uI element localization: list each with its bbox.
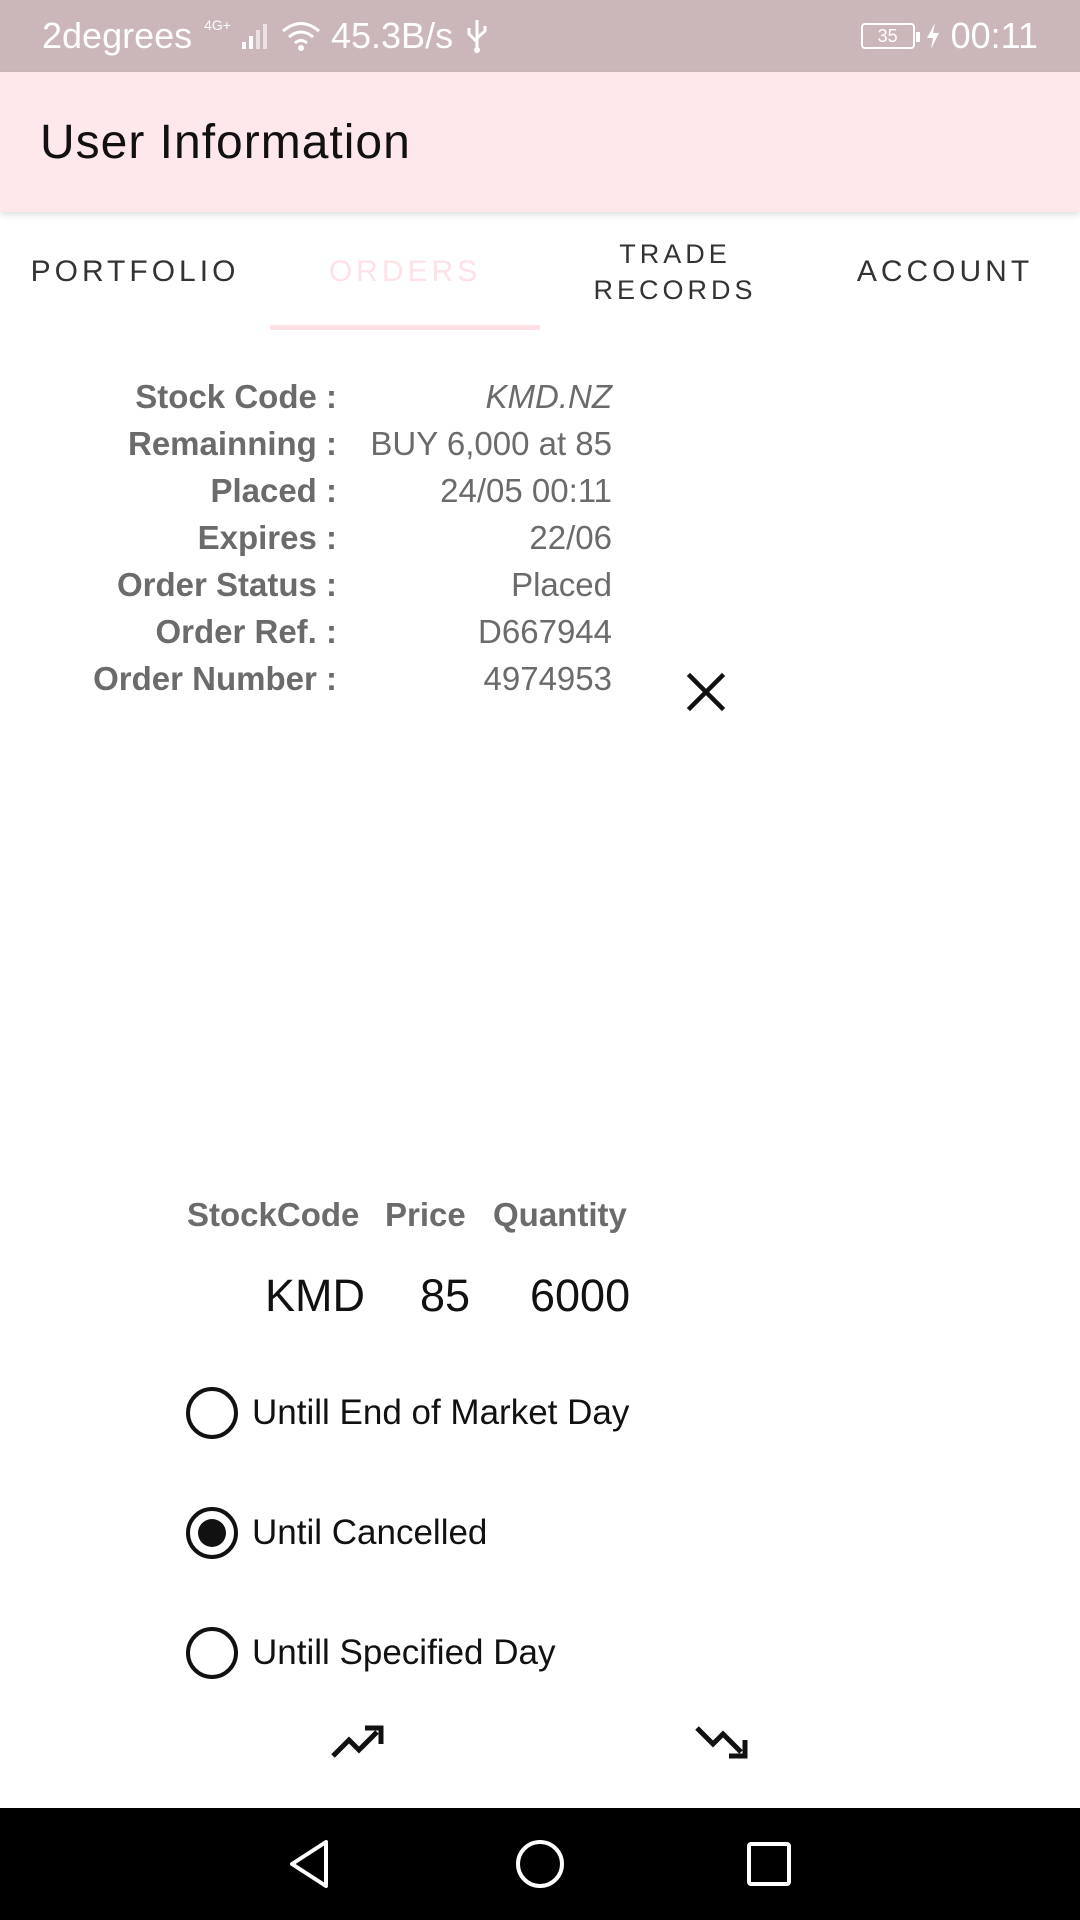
tab-trade-records[interactable]: TRADE RECORDS — [540, 214, 810, 330]
tab-portfolio[interactable]: PORTFOLIO — [0, 214, 270, 330]
tab-orders[interactable]: ORDERS — [270, 214, 540, 330]
order-number-value: 4974953 — [483, 660, 612, 697]
radio-button[interactable] — [186, 1387, 238, 1439]
trending-down-icon[interactable] — [693, 1720, 749, 1764]
recents-icon — [747, 1842, 791, 1886]
expires-label: Expires : — [197, 519, 337, 556]
close-icon — [686, 672, 726, 712]
placed-label: Placed : — [210, 472, 337, 509]
usb-icon — [467, 20, 487, 53]
order-status-label: Order Status : — [116, 566, 337, 603]
clock: 00:11 — [950, 15, 1038, 56]
price-header: Price — [385, 1196, 466, 1233]
stock-code-label: Stock Code : — [135, 378, 337, 415]
wifi-icon — [282, 22, 320, 51]
home-icon — [516, 1840, 564, 1888]
navigation-bar — [0, 1808, 1080, 1920]
order-ref-label: Order Ref. : — [155, 613, 337, 650]
radio-until-cancelled[interactable]: Until Cancelled — [186, 1503, 487, 1563]
detail-row-order-ref: Order Ref. : D667944 — [0, 613, 1080, 660]
radio-end-of-market-day[interactable]: Untill End of Market Day — [186, 1383, 629, 1443]
order-number-label: Order Number : — [93, 660, 337, 697]
signal-icon — [241, 24, 267, 49]
trending-up-icon[interactable] — [329, 1720, 385, 1764]
radio-label: Untill End of Market Day — [252, 1393, 630, 1432]
stock-code-input[interactable]: KMD — [265, 1270, 365, 1322]
remaining-label: Remainning : — [127, 425, 337, 462]
detail-row-stock-code: Stock Code : KMD.NZ — [0, 378, 1080, 425]
stock-code-value: KMD.NZ — [485, 378, 613, 415]
radio-label: Untill Specified Day — [252, 1633, 556, 1672]
stock-code-header: StockCode — [187, 1196, 360, 1233]
home-button[interactable] — [484, 1808, 596, 1920]
expires-value: 22/06 — [529, 519, 612, 556]
charging-icon — [926, 23, 939, 49]
placed-value: 24/05 00:11 — [440, 472, 612, 509]
cancel-order-button[interactable] — [680, 666, 732, 718]
status-right: 35 00:11 — [860, 0, 1038, 72]
order-ref-value: D667944 — [478, 613, 612, 650]
tab-account[interactable]: ACCOUNT — [810, 214, 1080, 330]
remaining-value: BUY 6,000 at 85 — [370, 425, 612, 462]
back-button[interactable] — [254, 1808, 366, 1920]
detail-row-order-status: Order Status : Placed — [0, 566, 1080, 613]
recents-button[interactable] — [713, 1808, 825, 1920]
quantity-input[interactable]: 6000 — [530, 1270, 630, 1322]
network-type: 4G+ — [204, 17, 231, 33]
detail-row-remaining: Remainning : BUY 6,000 at 85 — [0, 425, 1080, 472]
network-speed: 45.3B/s — [330, 15, 454, 56]
price-input[interactable]: 85 — [420, 1270, 470, 1322]
radio-button[interactable] — [186, 1507, 238, 1559]
app-bar: User Information — [0, 72, 1080, 212]
detail-row-order-number: Order Number : 4974953 — [0, 660, 1080, 707]
page-title: User Information — [40, 115, 411, 169]
order-details: Stock Code : KMD.NZ Remainning : BUY 6,0… — [0, 378, 1080, 707]
order-status-value: Placed — [511, 566, 612, 603]
carrier-name: 2degrees — [42, 15, 193, 56]
radio-label: Until Cancelled — [252, 1513, 488, 1552]
detail-row-placed: Placed : 24/05 00:11 — [0, 472, 1080, 519]
radio-button[interactable] — [186, 1627, 238, 1679]
radio-selected-dot — [198, 1519, 226, 1547]
radio-specified-day[interactable]: Untill Specified Day — [186, 1623, 555, 1683]
quantity-header: Quantity — [493, 1196, 627, 1233]
battery-icon: 35 — [860, 23, 920, 49]
status-left: 2degrees 4G+ 45.3B/s — [42, 0, 491, 72]
battery-level: 35 — [877, 25, 898, 46]
status-bar: 2degrees 4G+ 45.3B/s 35 00:11 — [0, 0, 1080, 72]
detail-row-expires: Expires : 22/06 — [0, 519, 1080, 566]
tab-bar: PORTFOLIO ORDERS TRADE RECORDS ACCOUNT — [0, 214, 1080, 330]
back-icon — [290, 1840, 328, 1888]
